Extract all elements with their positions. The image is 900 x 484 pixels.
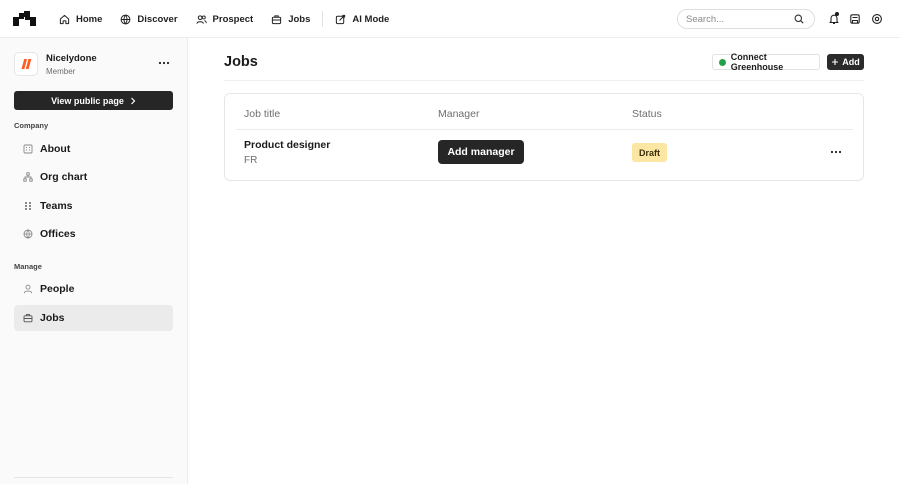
nav-jobs-label: Jobs <box>288 13 311 25</box>
table-header-divider <box>236 129 853 130</box>
org-chart-icon <box>23 172 33 182</box>
sidebar-item-people-label: People <box>40 283 75 295</box>
more-horizontal-icon[interactable] <box>158 59 170 67</box>
search-box[interactable] <box>677 9 815 29</box>
column-header-job-title: Job title <box>244 108 281 120</box>
org-avatar <box>14 52 38 76</box>
add-manager-button[interactable]: Add manager <box>438 140 524 164</box>
page-title: Jobs <box>224 54 258 70</box>
person-icon <box>23 284 33 294</box>
building-icon <box>23 144 33 154</box>
job-title[interactable]: Product designer <box>244 139 330 151</box>
nav-ai-mode-label: AI Mode <box>352 13 390 25</box>
settings-icon[interactable] <box>871 13 883 25</box>
org-role: Member <box>46 66 76 76</box>
connect-greenhouse-label: Connect Greenhouse <box>730 52 784 72</box>
jobs-table: Job title Manager Status Product designe… <box>224 93 864 181</box>
sidebar-item-teams[interactable]: Teams <box>14 193 173 219</box>
main-nav: Home Discover Prospect Jobs AI Mode <box>50 0 398 38</box>
nav-discover[interactable]: Discover <box>111 0 186 38</box>
org-name: Nicelydone <box>46 52 97 64</box>
sidebar-item-about[interactable]: About <box>14 136 173 162</box>
job-location: FR <box>244 155 258 166</box>
plus-icon <box>832 59 839 65</box>
column-header-manager: Manager <box>438 108 480 120</box>
briefcase-icon <box>272 14 282 24</box>
nav-divider <box>322 11 324 27</box>
nav-prospect[interactable]: Prospect <box>187 0 263 38</box>
section-label-company: Company <box>14 121 49 130</box>
sidebar: Nicelydone Member View public page Compa… <box>0 38 188 484</box>
sidebar-item-people[interactable]: People <box>14 276 173 302</box>
sidebar-item-offices[interactable]: Offices <box>14 221 173 247</box>
nav-jobs[interactable]: Jobs <box>262 0 319 38</box>
sidebar-item-org-chart[interactable]: Org chart <box>14 164 173 190</box>
org-switcher[interactable]: Nicelydone Member <box>14 52 97 76</box>
search-input[interactable] <box>686 13 794 25</box>
sidebar-item-jobs[interactable]: Jobs <box>14 305 173 331</box>
notification-dot <box>835 12 839 16</box>
org-logo-icon <box>21 59 32 69</box>
sidebar-divider <box>14 477 173 478</box>
nav-prospect-label: Prospect <box>212 13 254 25</box>
nav-ai-mode[interactable]: AI Mode <box>326 0 398 38</box>
top-bar: Home Discover Prospect Jobs AI Mode <box>0 0 900 38</box>
search-icon[interactable] <box>794 14 804 24</box>
sidebar-item-about-label: About <box>40 143 71 155</box>
app-logo-icon[interactable] <box>13 11 36 26</box>
add-job-button[interactable]: Add <box>827 54 864 70</box>
globe-icon <box>23 229 33 239</box>
title-divider <box>224 80 864 81</box>
sidebar-item-jobs-label: Jobs <box>40 312 65 324</box>
nav-home-label: Home <box>76 13 103 25</box>
home-icon <box>59 14 70 24</box>
section-label-manage: Manage <box>14 262 42 271</box>
briefcase-icon <box>23 313 33 323</box>
nav-home[interactable]: Home <box>50 0 111 38</box>
users-icon <box>195 14 207 24</box>
teams-icon <box>25 202 31 210</box>
more-horizontal-icon[interactable] <box>830 149 842 155</box>
add-job-label: Add <box>842 57 860 67</box>
globe-icon <box>121 14 131 24</box>
connect-greenhouse-button[interactable]: Connect Greenhouse <box>712 52 820 72</box>
inbox-icon[interactable] <box>849 13 861 25</box>
ai-mode-icon <box>336 14 346 24</box>
column-header-status: Status <box>632 108 662 120</box>
sidebar-item-teams-label: Teams <box>40 200 73 212</box>
sidebar-item-offices-label: Offices <box>40 228 76 240</box>
chevron-right-icon <box>130 97 136 104</box>
nav-discover-label: Discover <box>137 13 178 25</box>
status-badge: Draft <box>632 143 667 162</box>
view-public-page-button[interactable]: View public page <box>14 91 173 110</box>
greenhouse-icon <box>719 58 726 66</box>
view-public-page-label: View public page <box>51 95 124 106</box>
sidebar-item-org-chart-label: Org chart <box>40 171 88 183</box>
